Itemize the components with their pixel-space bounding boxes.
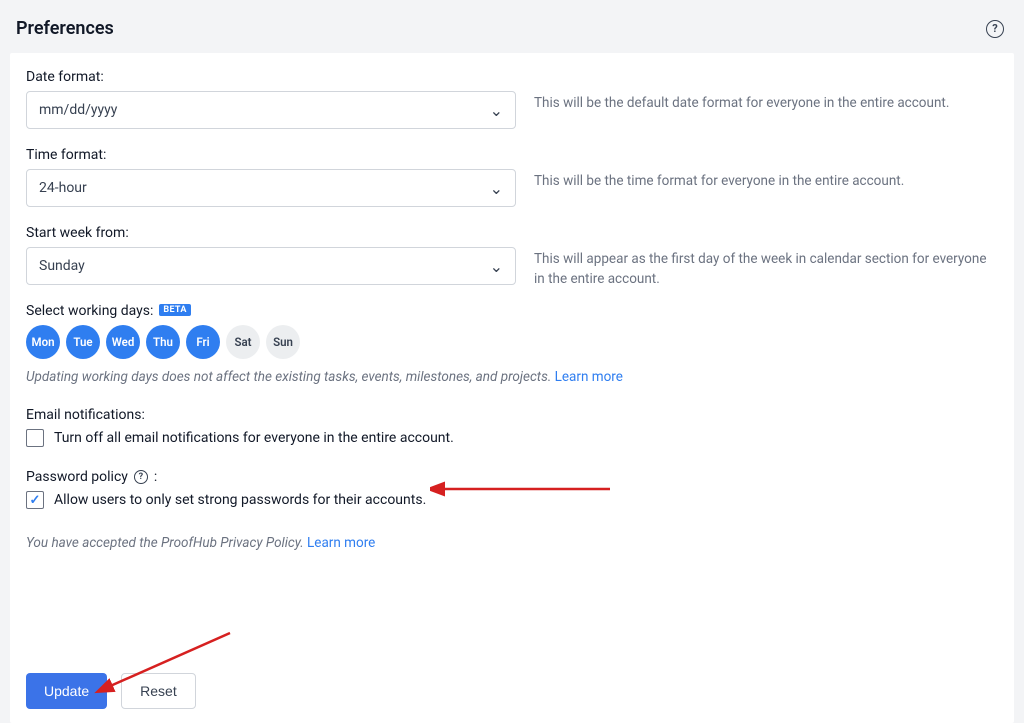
learn-more-link[interactable]: Learn more [307,535,375,551]
reset-button[interactable]: Reset [121,673,196,709]
start-week-label: Start week from: [26,225,516,241]
email-notifications-checkbox[interactable]: ✓ [26,429,44,447]
page-title: Preferences [16,18,114,39]
day-toggle-fri[interactable]: Fri [186,325,220,359]
preferences-card: Date format: mm/dd/yyyy ⌄ This will be t… [10,53,1014,723]
day-toggle-wed[interactable]: Wed [106,325,140,359]
working-days-row: MonTueWedThuFriSatSun [26,325,998,359]
time-format-desc: This will be the time format for everyon… [534,171,998,191]
date-format-select[interactable]: mm/dd/yyyy ⌄ [26,91,516,129]
update-button[interactable]: Update [26,673,107,709]
beta-badge: BETA [159,304,190,316]
email-notifications-option: Turn off all email notifications for eve… [54,430,454,446]
password-policy-option: Allow users to only set strong passwords… [54,492,426,508]
day-toggle-mon[interactable]: Mon [26,325,60,359]
password-policy-label: Password policy ? : [26,469,998,485]
day-toggle-sun[interactable]: Sun [266,325,300,359]
password-policy-checkbox[interactable]: ✓ [26,491,44,509]
help-icon[interactable]: ? [986,20,1004,38]
working-days-hint: Updating working days does not affect th… [26,369,998,385]
day-toggle-tue[interactable]: Tue [66,325,100,359]
chevron-down-icon: ⌄ [490,101,503,120]
day-toggle-sat[interactable]: Sat [226,325,260,359]
help-icon[interactable]: ? [134,470,148,484]
start-week-select[interactable]: Sunday ⌄ [26,247,516,285]
start-week-desc: This will appear as the first day of the… [534,249,998,290]
date-format-label: Date format: [26,69,516,85]
chevron-down-icon: ⌄ [490,179,503,198]
learn-more-link[interactable]: Learn more [555,369,623,385]
time-format-label: Time format: [26,147,516,163]
start-week-value: Sunday [39,258,85,274]
working-days-label: Select working days: BETA [26,303,998,319]
privacy-text: You have accepted the ProofHub Privacy P… [26,535,998,551]
day-toggle-thu[interactable]: Thu [146,325,180,359]
time-format-select[interactable]: 24-hour ⌄ [26,169,516,207]
date-format-value: mm/dd/yyyy [39,102,117,118]
time-format-value: 24-hour [39,180,87,196]
date-format-desc: This will be the default date format for… [534,93,998,113]
email-notifications-label: Email notifications: [26,407,998,423]
chevron-down-icon: ⌄ [490,257,503,276]
